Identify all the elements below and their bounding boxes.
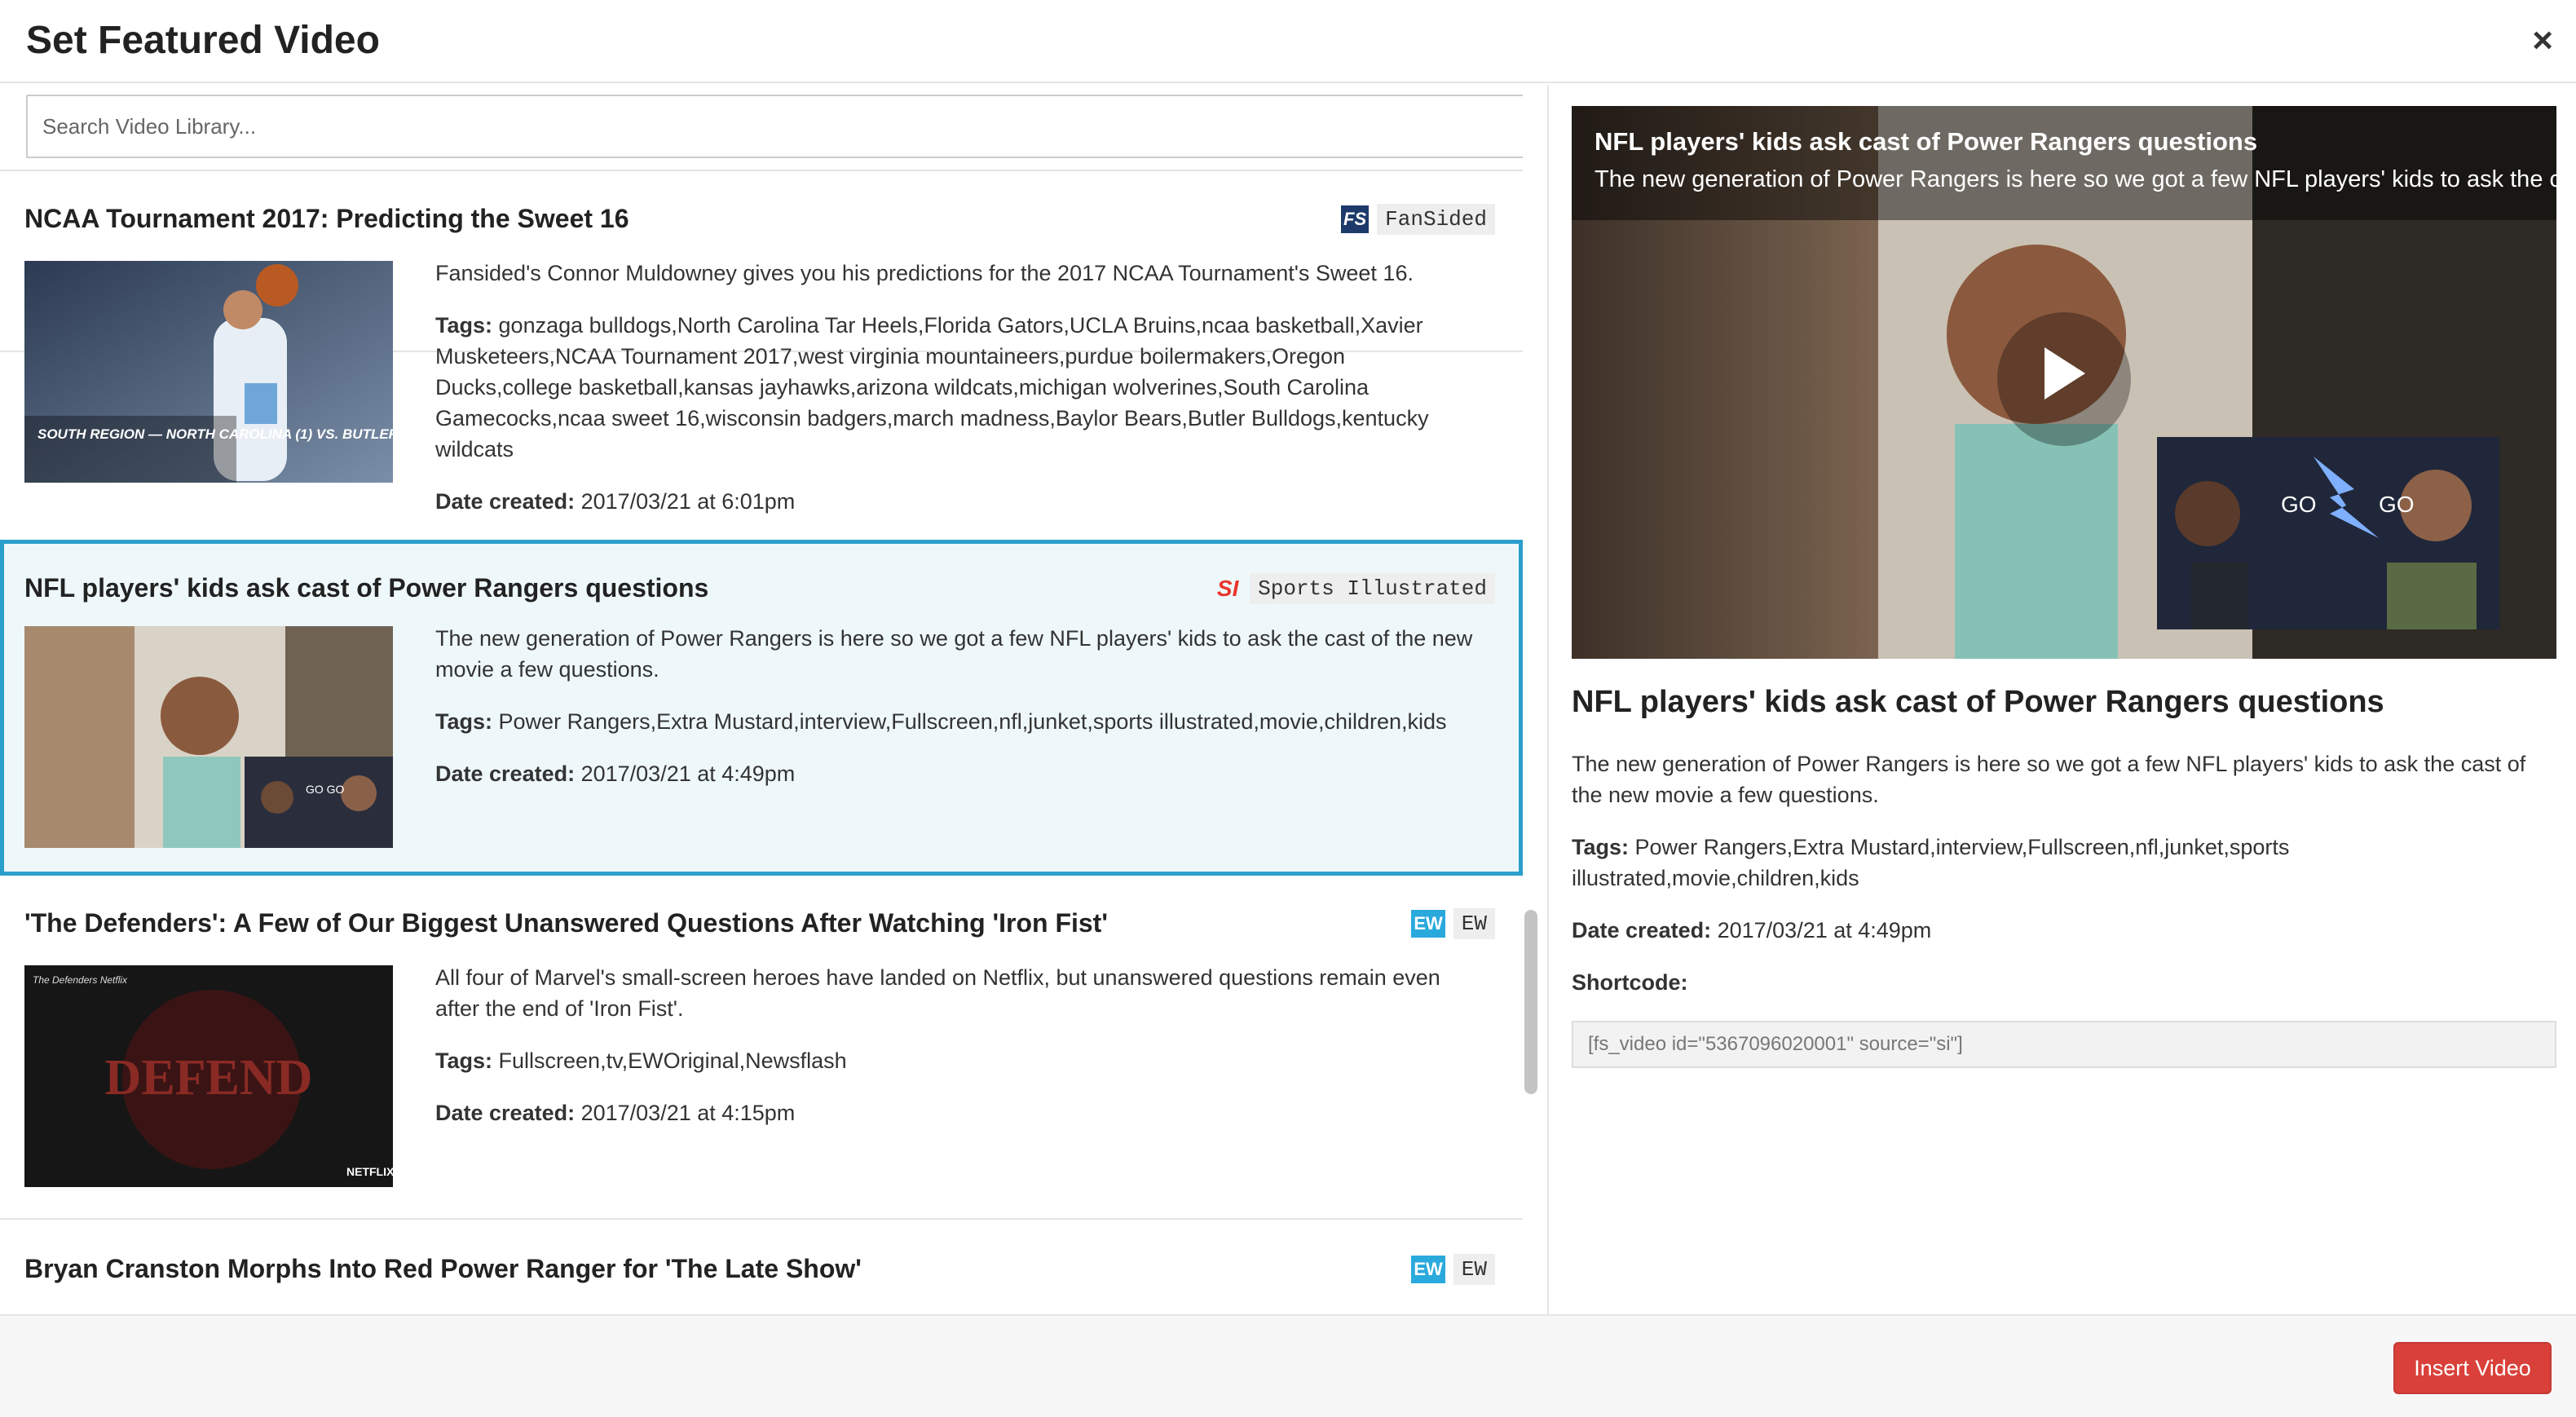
video-thumbnail[interactable]: DEFEND The Defenders Netflix NETFLIX: [24, 965, 393, 1187]
thumbnail-caption: SOUTH REGION — NORTH CAROLINA (1) VS. BU…: [37, 426, 393, 442]
close-icon[interactable]: ×: [2532, 23, 2553, 59]
video-library-pane: NCAA Tournament 2017: Predicting the Swe…: [0, 85, 1523, 1314]
video-description: All four of Marvel's small-screen heroes…: [435, 965, 1440, 1021]
modal-title: Set Featured Video: [26, 19, 380, 62]
date-label: Date created:: [435, 761, 576, 786]
source-badge: SI Sports Illustrated: [1214, 573, 1495, 604]
preview-overlay-title: NFL players' kids ask cast of Power Rang…: [1595, 127, 2258, 156]
thumbnail-caption: The Defenders Netflix: [33, 974, 128, 986]
date-label: Date created:: [435, 489, 576, 514]
video-date: 2017/03/21 at 4:15pm: [580, 1101, 796, 1125]
modal-header: Set Featured Video ×: [0, 0, 2576, 83]
video-tags: Power Rangers,Extra Mustard,interview,Fu…: [498, 709, 1447, 734]
defenders-thumbnail-image: DEFEND The Defenders Netflix NETFLIX: [24, 965, 393, 1187]
video-date: 2017/03/21 at 6:01pm: [580, 489, 796, 514]
video-details: The new generation of Power Rangers is h…: [435, 623, 1487, 810]
video-thumbnail[interactable]: GO GO: [24, 626, 393, 848]
pane-divider: [1547, 85, 1549, 1314]
date-label: Date created:: [435, 1101, 576, 1125]
power-rangers-thumbnail-image: GO GO: [24, 626, 393, 848]
thumbnail-brand: NETFLIX: [346, 1165, 393, 1178]
source-badge: EW EW: [1411, 1254, 1495, 1285]
source-badge: FS FanSided: [1341, 204, 1495, 235]
list-item[interactable]: NCAA Tournament 2017: Predicting the Swe…: [0, 171, 1523, 514]
source-name: Sports Illustrated: [1250, 573, 1495, 604]
detail-date: 2017/03/21 at 4:49pm: [1717, 918, 1932, 942]
tags-label: Tags:: [435, 313, 493, 338]
video-thumbnail[interactable]: SOUTH REGION — NORTH CAROLINA (1) VS. BU…: [24, 261, 393, 483]
video-tags: Fullscreen,tv,EWOriginal,Newsflash: [498, 1048, 847, 1073]
video-date: 2017/03/21 at 4:49pm: [580, 761, 796, 786]
video-list[interactable]: NCAA Tournament 2017: Predicting the Swe…: [0, 170, 1523, 1314]
video-tags: gonzaga bulldogs,North Carolina Tar Heel…: [435, 313, 1429, 461]
list-item[interactable]: Bryan Cranston Morphs Into Red Power Ran…: [0, 1220, 1523, 1314]
list-item-selected[interactable]: NFL players' kids ask cast of Power Rang…: [0, 540, 1523, 876]
tags-label: Tags:: [1572, 835, 1630, 859]
basketball-thumbnail-image: SOUTH REGION — NORTH CAROLINA (1) VS. BU…: [24, 261, 393, 483]
date-label: Date created:: [1572, 918, 1712, 942]
video-preview-player[interactable]: GO GO NFL players' kids ask cast of Powe…: [1572, 106, 2556, 659]
video-title: NCAA Tournament 2017: Predicting the Swe…: [24, 204, 629, 233]
insert-video-button[interactable]: Insert Video: [2393, 1342, 2552, 1394]
video-details: All four of Marvel's small-screen heroes…: [435, 962, 1487, 1150]
shortcode-field[interactable]: [1572, 1021, 2556, 1068]
svg-text:GO GO: GO GO: [306, 783, 345, 796]
video-description: Fansided's Connor Muldowney gives you hi…: [435, 261, 1414, 285]
source-name: EW: [1453, 1254, 1495, 1285]
video-title: 'The Defenders': A Few of Our Biggest Un…: [24, 908, 1108, 938]
shortcode-label: Shortcode:: [1572, 970, 1688, 995]
ew-logo-icon: EW: [1411, 1256, 1445, 1283]
ew-logo-icon: EW: [1411, 910, 1445, 938]
detail-description: The new generation of Power Rangers is h…: [1572, 752, 2526, 807]
video-title: NFL players' kids ask cast of Power Rang…: [24, 573, 709, 603]
search-input[interactable]: [26, 95, 1523, 158]
fansided-logo-icon: FS: [1341, 205, 1370, 233]
play-icon[interactable]: [2044, 347, 2085, 399]
video-details: Fansided's Connor Muldowney gives you hi…: [435, 258, 1487, 538]
source-name: FanSided: [1377, 204, 1495, 235]
source-name: EW: [1453, 908, 1495, 939]
video-title: Bryan Cranston Morphs Into Red Power Ran…: [24, 1254, 862, 1283]
tags-label: Tags:: [435, 1048, 493, 1073]
source-badge: EW EW: [1411, 908, 1495, 939]
tags-label: Tags:: [435, 709, 493, 734]
overlay-logo-right: GO: [2379, 492, 2415, 517]
preview-overlay-description: The new generation of Power Rangers is h…: [1595, 166, 2556, 192]
sports-illustrated-logo-icon: SI: [1216, 576, 1239, 601]
detail-title: NFL players' kids ask cast of Power Rang…: [1572, 685, 2384, 719]
detail-body: The new generation of Power Rangers is h…: [1572, 748, 2556, 1019]
modal-footer: Insert Video: [0, 1314, 2576, 1417]
detail-tags: Power Rangers,Extra Mustard,interview,Fu…: [1572, 835, 2290, 890]
list-item[interactable]: 'The Defenders': A Few of Our Biggest Un…: [0, 876, 1523, 1220]
list-scrollbar[interactable]: [1524, 910, 1537, 1094]
overlay-logo-left: GO: [2281, 492, 2317, 517]
svg-text:DEFEND: DEFEND: [105, 1050, 313, 1106]
video-description: The new generation of Power Rangers is h…: [435, 626, 1473, 682]
